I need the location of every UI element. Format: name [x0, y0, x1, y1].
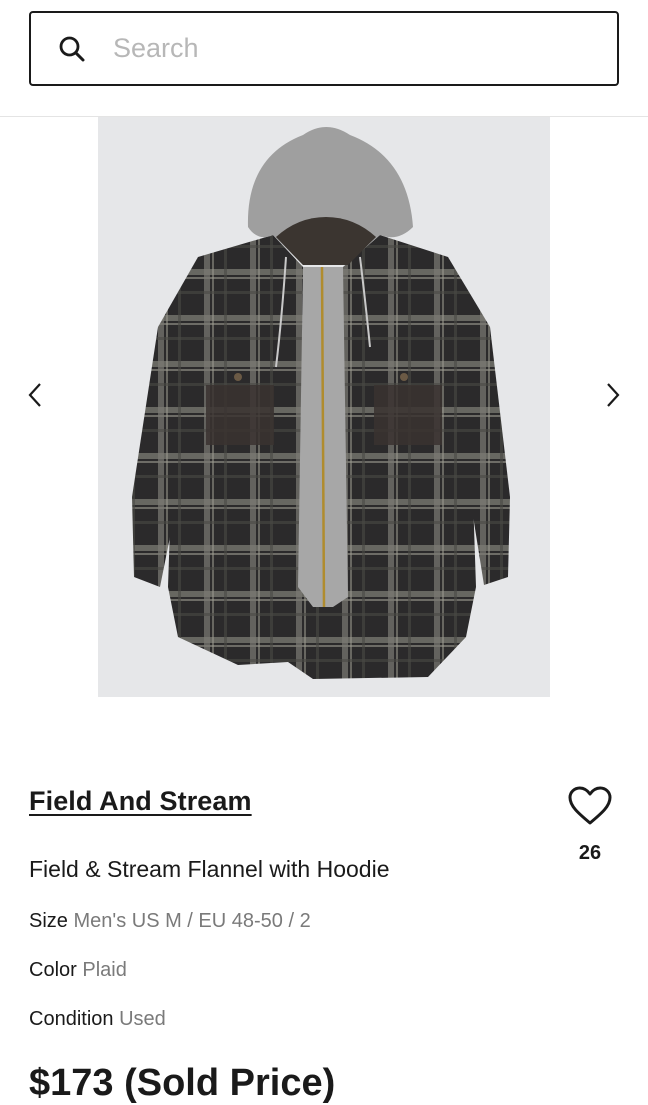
like-count: 26	[578, 842, 602, 864]
size-label: Size	[29, 910, 68, 932]
condition-attribute: Condition Used	[29, 1008, 166, 1031]
condition-label: Condition	[29, 1008, 114, 1030]
like-button[interactable]	[566, 784, 614, 828]
color-label: Color	[29, 959, 77, 981]
sold-price: $173 (Sold Price)	[29, 1062, 336, 1104]
carousel-prev-button[interactable]	[20, 380, 50, 410]
image-carousel[interactable]	[0, 117, 648, 697]
size-value: Men's US M / EU 48-50 / 2	[73, 910, 311, 932]
size-attribute: Size Men's US M / EU 48-50 / 2	[29, 910, 311, 933]
condition-value: Used	[119, 1008, 166, 1030]
chevron-right-icon	[607, 383, 620, 407]
color-value: Plaid	[82, 959, 127, 981]
search-bar[interactable]	[29, 11, 619, 86]
search-input[interactable]	[113, 33, 573, 64]
chevron-left-icon	[28, 383, 41, 407]
product-photo[interactable]	[98, 117, 550, 697]
color-attribute: Color Plaid	[29, 959, 127, 982]
carousel-next-button[interactable]	[598, 380, 628, 410]
product-title: Field & Stream Flannel with Hoodie	[29, 856, 390, 882]
search-icon[interactable]	[58, 35, 86, 63]
heart-outline-icon	[568, 786, 612, 825]
brand-link[interactable]: Field And Stream	[29, 786, 252, 817]
